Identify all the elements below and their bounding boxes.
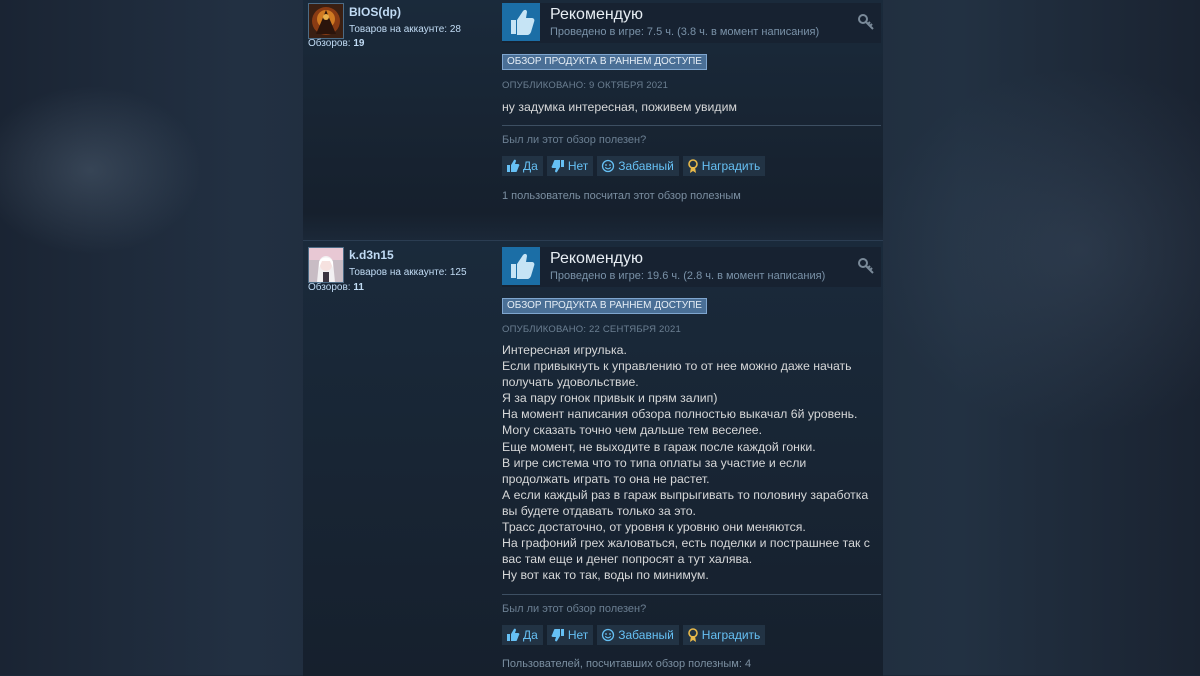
review-separator [303,213,883,240]
divider [502,594,881,595]
reviews-count: Обзоров: 11 [308,282,364,293]
key-icon [857,257,875,275]
products-value: 125 [449,267,467,278]
key-icon [857,13,875,31]
playtime: Проведено в игре: 19.6 ч. (2.8 ч. в моме… [550,270,826,282]
vote-yes-label: Да [523,159,538,173]
review-line: Еще момент, не выходите в гараж после ка… [502,439,816,454]
review-line: В игре система что то типа оплаты за уча… [502,455,807,470]
products-value: 28 [449,24,461,35]
products-label: Товаров на аккаунте: [349,267,448,278]
smiley-icon [602,628,615,642]
verdict-title: Рекомендую [550,6,644,23]
reviews-value: 11 [353,282,364,293]
thumbs-up-icon [507,628,520,641]
review-line: получать удовольствие. [502,375,639,390]
divider [502,125,881,126]
products-count: Товаров на аккаунте: 125 [349,267,467,278]
review-line: Ну вот как то так, воды по минимум. [502,568,709,583]
avatar[interactable] [308,3,344,39]
review-line: вы будете отдавать только за это. [502,503,696,518]
review-line: продолжать играть то она не растет. [502,471,710,486]
verdict-header[interactable]: Рекомендую Проведено в игре: 19.6 ч. (2.… [502,247,881,287]
award-label: Наградить [701,159,761,173]
helpful-count: 1 пользователь посчитал этот обзор полез… [502,190,741,202]
posted-date: ОПУБЛИКОВАНО: 22 СЕНТЯБРЯ 2021 [502,324,681,335]
award-button[interactable]: Наградить [682,156,766,176]
vote-buttons: Да Нет Забавный Наградить [502,156,766,176]
early-access-badge: ОБЗОР ПРОДУКТА В РАННЕМ ДОСТУПЕ [502,298,707,314]
vote-yes-label: Да [523,628,538,642]
vote-buttons: Да Нет Забавный Наградить [502,625,766,645]
thumbs-up-icon [507,159,520,172]
helpful-question: Был ли этот обзор полезен? [502,134,647,146]
review-line: ну задумка интересная, поживем увидим [502,100,737,114]
reviews-value: 19 [353,38,365,49]
early-access-badge: ОБЗОР ПРОДУКТА В РАННЕМ ДОСТУПЕ [502,54,707,70]
thumbs-up-icon [502,247,540,285]
vote-no-button[interactable]: Нет [546,156,594,176]
review-line: Интересная игрулька. [502,343,627,357]
vote-yes-button[interactable]: Да [502,156,543,176]
review-line: Если привыкнуть к управлению то от нее м… [502,359,852,374]
smiley-icon [602,159,615,173]
reviews-label: Обзоров: [308,38,351,49]
avatar[interactable] [308,247,344,283]
reviews-column: BIOS(dp) Товаров на аккаунте: 28 Обзоров… [303,0,883,676]
vote-no-label: Нет [567,159,589,173]
vote-funny-button[interactable]: Забавный [597,156,679,176]
vote-no-button[interactable]: Нет [546,625,594,645]
vote-yes-button[interactable]: Да [502,625,543,645]
review-line: А если каждый раз в гараж выпрыгивать то… [502,487,869,502]
award-label: Наградить [701,628,761,642]
reviews-count: Обзоров: 19 [308,38,364,49]
review-line: вас там еще и денег попросят а тут халяв… [502,552,753,567]
helpful-question: Был ли этот обзор полезен? [502,603,647,615]
award-ribbon-icon [687,159,698,173]
review-line: Трасс достаточно, от уровня к уровню они… [502,520,806,535]
review-card: k.d3n15 Товаров на аккаунте: 125 Обзоров… [303,240,883,676]
playtime: Проведено в игре: 7.5 ч. (3.8 ч. в момен… [550,26,820,38]
award-ribbon-icon [687,628,698,642]
thumbs-down-icon [551,160,564,173]
review-card: BIOS(dp) Товаров на аккаунте: 28 Обзоров… [303,0,883,213]
reviews-label: Обзоров: [308,282,351,293]
author-name[interactable]: BIOS(dp) [349,5,401,19]
vote-no-label: Нет [567,628,589,642]
review-line: На графоний грех жаловаться, есть поделк… [502,536,870,551]
author-name[interactable]: k.d3n15 [349,248,394,262]
thumbs-down-icon [551,629,564,642]
award-button[interactable]: Наградить [682,625,766,645]
posted-date: ОПУБЛИКОВАНО: 9 ОКТЯБРЯ 2021 [502,80,669,91]
thumbs-up-icon [502,3,540,41]
vote-funny-label: Забавный [618,628,674,642]
verdict-title: Рекомендую [550,250,644,267]
review-text: Интересная игрулька. Если привыкнуть к у… [502,342,874,583]
vote-funny-button[interactable]: Забавный [597,625,679,645]
review-line: Я за пару гонок привык и прям залип) [502,391,718,406]
review-line: На момент написания обзора полностью вык… [502,407,858,422]
review-text: ну задумка интересная, поживем увидим [502,99,874,115]
products-count: Товаров на аккаунте: 28 [349,24,461,35]
vote-funny-label: Забавный [618,159,674,173]
helpful-count: Пользователей, посчитавших обзор полезны… [502,658,752,670]
verdict-header[interactable]: Рекомендую Проведено в игре: 7.5 ч. (3.8… [502,3,881,43]
review-line: Могу сказать точно чем дальше тем веселе… [502,423,763,438]
products-label: Товаров на аккаунте: [349,24,448,35]
